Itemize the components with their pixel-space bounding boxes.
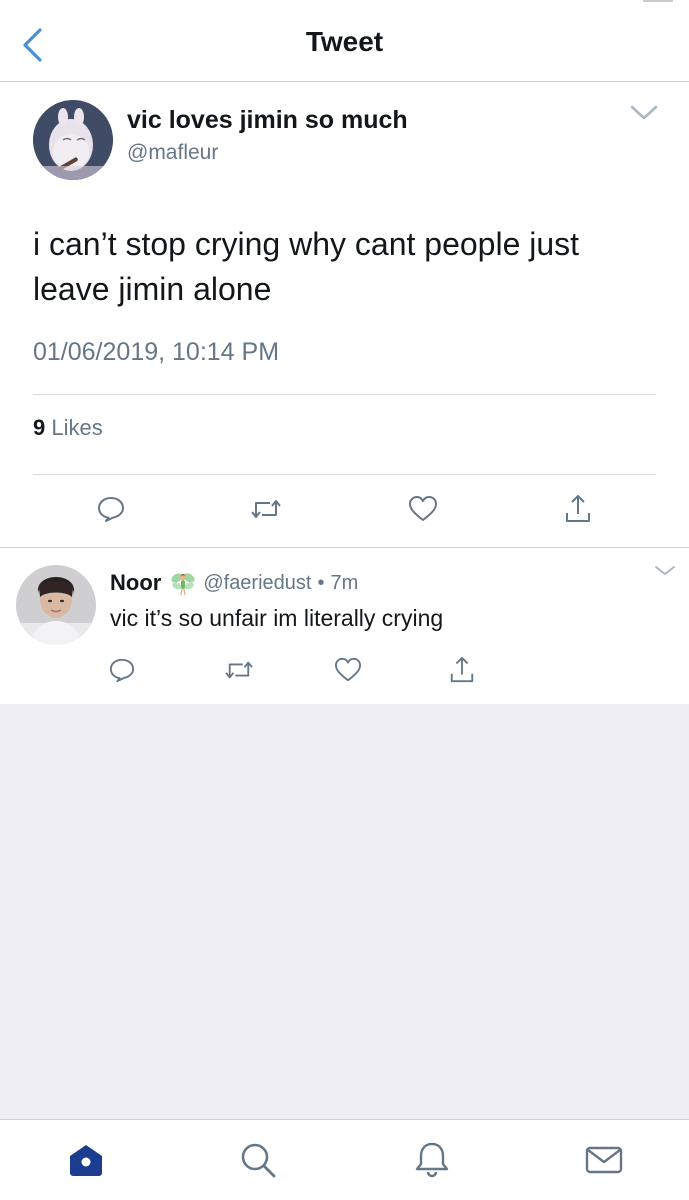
tab-search[interactable] (236, 1138, 280, 1182)
likes-count[interactable]: 9 Likes (33, 415, 103, 441)
person-avatar-icon (16, 565, 96, 645)
share-icon (450, 656, 474, 683)
share-icon (566, 495, 590, 522)
notifications-icon (415, 1142, 449, 1178)
reply-text: vic it’s so unfair im literally crying (110, 605, 444, 631)
share-button[interactable] (561, 492, 595, 526)
tweet-timestamp: 01/06/2019, 10:14 PM (33, 338, 280, 366)
reply-menu-button[interactable] (653, 563, 677, 579)
chevron-down-icon (655, 566, 675, 575)
home-icon (70, 1145, 102, 1176)
author-name[interactable]: vic loves jimin so much (127, 106, 408, 135)
tab-messages[interactable] (582, 1138, 626, 1182)
reply-tweet[interactable]: Noor @faeriedust • 7m vic it’s so unfair… (0, 549, 689, 704)
reply-icon (98, 497, 124, 522)
search-icon (241, 1143, 276, 1178)
main-tweet: vic loves jimin so much @mafleur i can’t… (0, 82, 689, 548)
divider (33, 394, 656, 395)
reply-actions (0, 653, 689, 689)
status-indicator-line (643, 0, 673, 2)
tweet-actions (0, 492, 689, 532)
tab-home[interactable] (64, 1138, 108, 1182)
retweet-icon (225, 661, 253, 679)
reply-icon (109, 658, 135, 683)
retweet-button[interactable] (222, 653, 256, 687)
divider (33, 474, 656, 475)
avatar[interactable] (16, 565, 96, 645)
retweet-button[interactable] (249, 492, 283, 526)
heart-icon (409, 496, 437, 521)
navigation-bar: Tweet (0, 0, 689, 82)
likes-label: Likes (51, 415, 103, 440)
chevron-down-icon (630, 105, 658, 120)
tab-bar (0, 1119, 689, 1200)
reply-button[interactable] (94, 492, 128, 526)
empty-area (0, 704, 689, 1119)
reply-button[interactable] (105, 653, 139, 687)
separator-dot: • (317, 571, 325, 594)
reply-author-handle[interactable]: @faeriedust (203, 572, 311, 595)
messages-icon (585, 1146, 623, 1174)
tweet-text: i can’t stop crying why cant people just… (33, 226, 580, 307)
likes-number: 9 (33, 415, 46, 440)
fairy-emoji-icon (169, 569, 197, 597)
avatar[interactable] (33, 100, 113, 180)
retweet-icon (251, 500, 281, 518)
reply-time: 7m (330, 571, 359, 594)
page-title: Tweet (305, 26, 384, 57)
reply-author-name[interactable]: Noor (110, 570, 161, 596)
tab-notifications[interactable] (410, 1138, 454, 1182)
share-button[interactable] (445, 653, 479, 687)
moomin-avatar-icon (33, 100, 113, 180)
reply-header: Noor @faeriedust • 7m (110, 569, 358, 597)
heart-icon (334, 657, 361, 682)
tweet-menu-button[interactable] (629, 102, 659, 124)
author-handle[interactable]: @mafleur (127, 141, 218, 165)
like-button[interactable] (331, 653, 365, 687)
like-button[interactable] (406, 492, 440, 526)
